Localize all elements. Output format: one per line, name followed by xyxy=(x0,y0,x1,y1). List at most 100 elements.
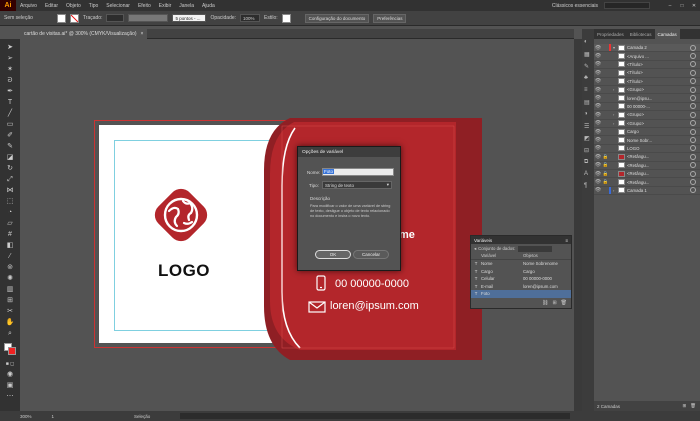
eye-icon[interactable]: 👁 xyxy=(594,154,602,160)
target-icon[interactable] xyxy=(690,128,696,135)
tab-layers[interactable]: Camadas xyxy=(654,29,680,39)
blend-tool-icon[interactable]: ⊚ xyxy=(5,263,15,273)
layer-row[interactable]: 👁 › <Grupo> xyxy=(594,111,700,120)
eye-icon[interactable]: 👁 xyxy=(594,45,602,51)
search-input[interactable] xyxy=(604,2,650,9)
eye-icon[interactable]: 👁 xyxy=(594,70,602,76)
brush-select[interactable]: 5 pontos - ... xyxy=(172,14,207,22)
lock-icon[interactable]: 🔒 xyxy=(602,171,609,177)
layer-row[interactable]: 👁 Nome Sobr... xyxy=(594,136,700,145)
target-icon[interactable] xyxy=(690,78,696,85)
graphic-styles-panel-icon[interactable]: ◩ xyxy=(584,135,590,142)
new-layer-icon[interactable]: ⊞ xyxy=(683,403,687,409)
appearance-panel-icon[interactable]: ☰ xyxy=(584,123,589,130)
menu-janela[interactable]: Janela xyxy=(175,3,198,9)
close-icon[interactable]: ✕ xyxy=(688,3,700,9)
eye-icon[interactable]: 👁 xyxy=(594,103,602,109)
eye-icon[interactable]: 👁 xyxy=(594,171,602,177)
eye-icon[interactable]: 👁 xyxy=(594,112,602,118)
layer-row[interactable]: 👁 <Arquivo ... xyxy=(594,52,700,61)
color-panel-icon[interactable]: ◐ xyxy=(584,39,588,45)
link-icon[interactable]: ⛓ xyxy=(542,300,548,306)
workspace-switcher[interactable]: Clássicos essenciais xyxy=(552,3,598,9)
eye-icon[interactable]: 👁 xyxy=(594,129,602,135)
align-panel-icon[interactable]: ⊟ xyxy=(584,147,589,154)
lock-icon[interactable]: 🔒 xyxy=(602,179,609,185)
screen-mode-icon[interactable]: ▣ xyxy=(5,381,15,391)
variable-name-input[interactable]: Foto xyxy=(322,168,394,176)
variable-width-select[interactable] xyxy=(128,14,169,22)
shape-builder-tool-icon[interactable]: ◔ xyxy=(5,208,15,218)
horizontal-scrollbar[interactable] xyxy=(180,413,570,419)
eye-icon[interactable]: 👁 xyxy=(594,120,602,126)
type-tool-icon[interactable]: T xyxy=(5,98,15,108)
pathfinder-panel-icon[interactable]: ⧉ xyxy=(584,159,588,166)
paragraph-panel-icon[interactable]: ¶ xyxy=(584,183,587,189)
style-swatch[interactable] xyxy=(281,13,291,23)
swatches-panel-icon[interactable]: ▦ xyxy=(584,51,590,58)
target-icon[interactable] xyxy=(690,61,696,68)
ok-button[interactable]: OK xyxy=(315,250,351,259)
stroke-weight-select[interactable] xyxy=(106,14,125,22)
layer-row[interactable]: 👁 LOGO xyxy=(594,145,700,154)
close-tab-icon[interactable]: × xyxy=(141,31,144,37)
variable-row[interactable]: T Cargo Cargo xyxy=(471,268,571,276)
target-icon[interactable] xyxy=(690,153,696,160)
eraser-tool-icon[interactable]: ◪ xyxy=(5,153,15,163)
layer-row[interactable]: 👁 › <Grupo> xyxy=(594,86,700,95)
opacity-input[interactable]: 100% xyxy=(240,14,261,22)
mesh-tool-icon[interactable]: # xyxy=(5,230,15,240)
artboard-number[interactable]: 1 xyxy=(52,414,55,419)
delete-variable-icon[interactable]: 🗑 xyxy=(561,300,567,306)
target-icon[interactable] xyxy=(690,170,696,177)
eyedropper-tool-icon[interactable]: ⁄ xyxy=(5,252,15,262)
target-icon[interactable] xyxy=(690,69,696,76)
width-tool-icon[interactable]: ⋈ xyxy=(5,186,15,196)
draw-mode-icon[interactable]: ◉ xyxy=(5,370,15,380)
minimize-icon[interactable]: – xyxy=(664,3,676,9)
menu-arquivo[interactable]: Arquivo xyxy=(16,3,41,9)
eye-icon[interactable]: 👁 xyxy=(594,145,602,151)
eye-icon[interactable]: 👁 xyxy=(594,162,602,168)
slice-tool-icon[interactable]: ✂ xyxy=(5,307,15,317)
eye-icon[interactable]: 👁 xyxy=(594,95,602,101)
pencil-tool-icon[interactable]: ✎ xyxy=(5,142,15,152)
variable-row[interactable]: T Foto xyxy=(471,290,571,298)
vertical-scrollbar[interactable] xyxy=(574,39,582,411)
layer-row[interactable]: 👁 🔒 <Retângu... xyxy=(594,170,700,179)
rotate-tool-icon[interactable]: ↻ xyxy=(5,164,15,174)
dataset-select[interactable] xyxy=(518,245,553,252)
target-icon[interactable] xyxy=(690,179,696,186)
stroke-color-icon[interactable] xyxy=(8,347,16,355)
cancel-button[interactable]: Cancelar xyxy=(353,250,389,259)
menu-editar[interactable]: Editar xyxy=(41,3,62,9)
character-panel-icon[interactable]: A xyxy=(584,171,588,177)
gradient-panel-icon[interactable]: ▤ xyxy=(584,99,590,106)
maximize-icon[interactable]: □ xyxy=(676,3,688,9)
eye-icon[interactable]: 👁 xyxy=(594,61,602,67)
layer-row[interactable]: 👁 ▾ Camada 2 xyxy=(594,44,700,53)
variable-row[interactable]: T Nome Nome Sobrenome xyxy=(471,260,571,268)
document-setup-button[interactable]: Configuração do documento xyxy=(304,13,370,23)
target-icon[interactable] xyxy=(690,162,696,169)
eye-icon[interactable]: 👁 xyxy=(594,179,602,185)
target-icon[interactable] xyxy=(690,103,696,110)
color-mode-icon[interactable]: ■ ◻ ⊘ xyxy=(5,359,15,377)
free-transform-tool-icon[interactable]: ⬚ xyxy=(5,197,15,207)
variable-type-select[interactable]: String de texto ▾ xyxy=(322,181,392,189)
new-variable-icon[interactable]: ⊞ xyxy=(552,300,556,306)
selection-tool-icon[interactable]: ➤ xyxy=(5,43,15,53)
target-icon[interactable] xyxy=(690,187,696,194)
perspective-tool-icon[interactable]: ▱ xyxy=(5,219,15,229)
hand-tool-icon[interactable]: ✋ xyxy=(5,318,15,328)
menu-objeto[interactable]: Objeto xyxy=(62,3,85,9)
eye-icon[interactable]: 👁 xyxy=(594,187,602,193)
line-tool-icon[interactable]: ╱ xyxy=(5,109,15,119)
target-icon[interactable] xyxy=(690,95,696,102)
target-icon[interactable] xyxy=(690,44,696,51)
menu-exibir[interactable]: Exibir xyxy=(155,3,176,9)
eye-icon[interactable]: 👁 xyxy=(594,78,602,84)
symbols-panel-icon[interactable]: ♣ xyxy=(584,75,588,81)
rectangle-tool-icon[interactable]: ▭ xyxy=(5,120,15,130)
fill-swatch[interactable] xyxy=(56,13,66,23)
